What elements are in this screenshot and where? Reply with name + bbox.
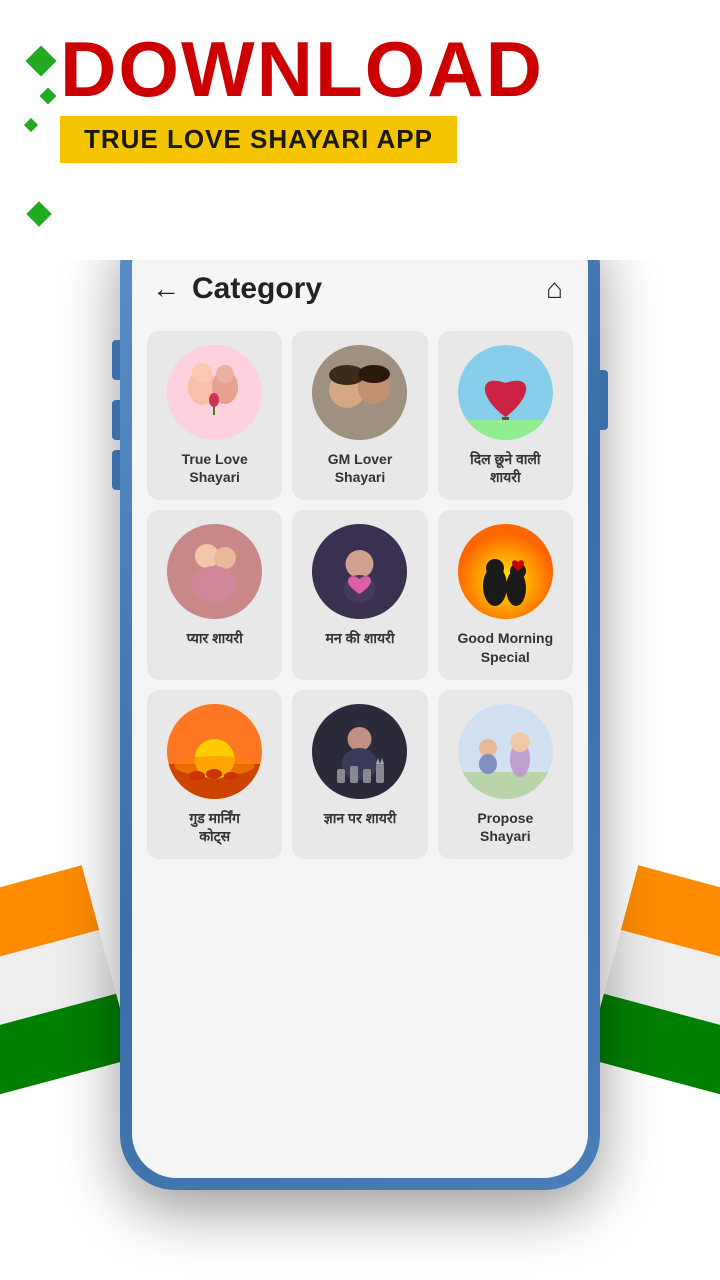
category-item-pyaar[interactable]: प्यार शायरी: [147, 510, 282, 679]
diamond-decoration-3: [24, 118, 38, 132]
page-title: Category: [192, 272, 322, 306]
app-header: ← Category ⌂: [132, 257, 588, 321]
category-label-dil-chune: दिल छूने वालीशायरी: [470, 450, 540, 486]
home-button[interactable]: ⌂: [546, 273, 563, 305]
category-label-gm-special: Good Morning Special: [448, 629, 563, 665]
subtitle-text: TRUE LOVE SHAYARI APP: [84, 124, 433, 154]
category-item-true-love[interactable]: True LoveShayari: [147, 331, 282, 500]
top-banner: DOWNLOAD TRUE LOVE SHAYARI APP: [0, 0, 720, 260]
app-screen: ← Category ⌂: [132, 222, 588, 1178]
back-button[interactable]: ←: [152, 273, 180, 305]
category-image-gm-special: [458, 524, 553, 619]
category-image-pyaar: [167, 524, 262, 619]
category-image-propose: [458, 704, 553, 799]
diamond-decoration-4: [26, 201, 51, 226]
category-image-true-love: [167, 345, 262, 440]
category-item-gud-morning[interactable]: गुड मार्निंगकोट्स: [147, 690, 282, 859]
category-label-gyan: ज्ञान पर शायरी: [324, 809, 396, 827]
category-item-man-ki[interactable]: मन की शायरी: [292, 510, 427, 679]
category-label-man-ki: मन की शायरी: [326, 629, 395, 647]
category-image-gm-lover: [312, 345, 407, 440]
download-title: DOWNLOAD: [60, 30, 544, 108]
category-item-propose[interactable]: ProposeShayari: [438, 690, 573, 859]
category-image-man-ki: [312, 524, 407, 619]
category-image-dil-chune: [458, 345, 553, 440]
phone-mockup: ← Category ⌂: [120, 210, 600, 1190]
category-image-gud-morning: [167, 704, 262, 799]
category-item-gyan[interactable]: ज्ञान पर शायरी: [292, 690, 427, 859]
diamond-decoration-1: [25, 45, 56, 76]
category-item-gm-lover[interactable]: GM LoverShayari: [292, 331, 427, 500]
category-label-true-love: True LoveShayari: [182, 450, 248, 486]
category-item-gm-special[interactable]: Good Morning Special: [438, 510, 573, 679]
category-label-pyaar: प्यार शायरी: [187, 629, 243, 647]
category-item-dil-chune[interactable]: दिल छूने वालीशायरी: [438, 331, 573, 500]
category-image-gyan: [312, 704, 407, 799]
category-label-gud-morning: गुड मार्निंगकोट्स: [189, 809, 240, 845]
category-label-propose: ProposeShayari: [477, 809, 533, 845]
category-label-gm-lover: GM LoverShayari: [328, 450, 393, 486]
category-grid: True LoveShayari: [132, 321, 588, 869]
diamond-decoration-2: [40, 88, 57, 105]
subtitle-box: TRUE LOVE SHAYARI APP: [60, 116, 457, 163]
